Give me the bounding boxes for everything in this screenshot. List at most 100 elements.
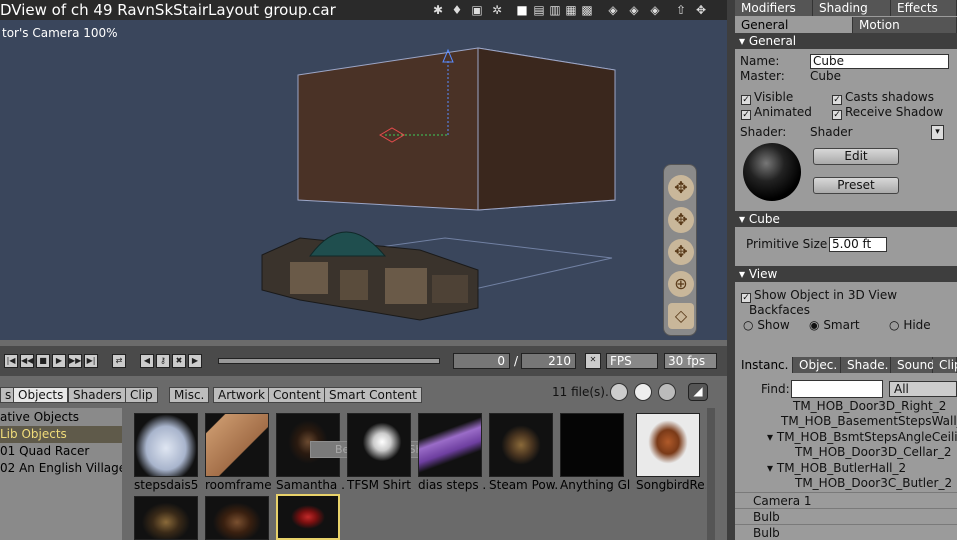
- tab-shaders[interactable]: Shaders: [68, 387, 127, 403]
- visible-checkbox[interactable]: ✓ Visible: [741, 90, 793, 105]
- show-in-3d-checkbox[interactable]: ✓ Show Object in 3D View: [741, 288, 897, 303]
- fast-forward-icon[interactable]: ▶▶: [68, 354, 82, 368]
- stop-icon[interactable]: ■: [36, 354, 50, 368]
- thumbnail-dias-steps[interactable]: [418, 413, 482, 477]
- light-icon[interactable]: ♦: [450, 3, 464, 17]
- tab-content[interactable]: Content: [268, 387, 326, 403]
- four-view-icon[interactable]: ▦: [564, 3, 578, 17]
- cube-section-header[interactable]: ▾ Cube: [735, 211, 957, 227]
- shield-b-icon[interactable]: ◈: [627, 3, 641, 17]
- tab-clips[interactable]: Clip: [933, 357, 957, 373]
- wireframe-icon[interactable]: ✲: [490, 3, 504, 17]
- backfaces-smart-radio[interactable]: ◉ Smart: [809, 318, 860, 332]
- shield-c-icon[interactable]: ◈: [648, 3, 662, 17]
- thumbnail-tfsm-shirt[interactable]: [347, 413, 411, 477]
- tab-artwork[interactable]: Artwork: [213, 387, 270, 403]
- thumbnail-roomframe[interactable]: [205, 413, 269, 477]
- expand-arrow-icon[interactable]: ▾: [767, 430, 773, 444]
- name-field[interactable]: Cube: [810, 54, 949, 69]
- pan-icon[interactable]: ✥: [668, 207, 694, 233]
- tab-sounds[interactable]: Sound.: [891, 357, 939, 373]
- 3d-viewport[interactable]: DView of ch 49 RavnSkStairLayout group.c…: [0, 0, 727, 340]
- fps-value-select[interactable]: 30 fps: [664, 353, 717, 369]
- go-end-icon[interactable]: ▶|: [84, 354, 98, 368]
- rewind-icon[interactable]: ◀◀: [20, 354, 34, 368]
- thumbnail-row2-selected[interactable]: [276, 494, 340, 540]
- backfaces-hide-radio[interactable]: ○ Hide: [889, 318, 931, 332]
- category-item[interactable]: 01 Quad Racer: [0, 443, 122, 460]
- category-item-selected[interactable]: Lib Objects: [0, 426, 122, 443]
- tree-row[interactable]: TM_HOB_Door3C_Butler_2: [735, 475, 957, 491]
- grid-view-icon[interactable]: ▩: [580, 3, 594, 17]
- delete-key-icon[interactable]: ✖: [172, 354, 186, 368]
- tab-shaders-instances[interactable]: Shade.: [841, 357, 891, 373]
- thumbnail-row2-a[interactable]: [134, 496, 198, 540]
- preset-button[interactable]: Preset: [813, 177, 899, 194]
- move-icon[interactable]: ✥: [694, 3, 708, 17]
- tree-row[interactable]: TM_HOB_Door3D_Right_2: [735, 398, 957, 414]
- tab-objects[interactable]: Objects: [13, 387, 69, 403]
- time-scrubber[interactable]: [218, 358, 440, 364]
- primitive-size-field[interactable]: 5.00 ft: [829, 237, 887, 252]
- tab-smart-content[interactable]: Smart Content: [324, 387, 422, 403]
- new-folder-icon[interactable]: ◢: [688, 383, 708, 401]
- key-icon[interactable]: ⚷: [156, 354, 170, 368]
- tree-row[interactable]: TM_HOB_BasementStepsWall_: [735, 413, 957, 429]
- camera-icon[interactable]: ▣: [470, 3, 484, 17]
- thumbnail-stepsdais5[interactable]: [134, 413, 198, 477]
- backfaces-show-radio[interactable]: ○ Show: [743, 318, 790, 332]
- tree-row-expanded[interactable]: ▾ TM_HOB_BsmtStepsAngleCeilin: [735, 429, 957, 445]
- up-arrow-icon[interactable]: ⇧: [674, 3, 688, 17]
- edit-button[interactable]: Edit: [813, 148, 899, 165]
- tab-shading[interactable]: Shading: [813, 0, 891, 16]
- shield-a-icon[interactable]: ◈: [606, 3, 620, 17]
- play-icon[interactable]: ▶: [52, 354, 66, 368]
- expand-arrow-icon[interactable]: ▾: [767, 461, 773, 475]
- receive-shadow-checkbox[interactable]: ✓ Receive Shadow: [832, 105, 943, 120]
- prev-key-icon[interactable]: ◀: [140, 354, 154, 368]
- sync-icon[interactable]: ✕: [585, 353, 601, 369]
- fps-mode-select[interactable]: FPS: [606, 353, 658, 369]
- view-mode-c-icon[interactable]: [658, 383, 676, 401]
- shader-preview-sphere[interactable]: [743, 143, 801, 201]
- tree-row-expanded[interactable]: ▾ TM_HOB_ButlerHall_2: [735, 460, 957, 476]
- zoom-icon[interactable]: ⊕: [668, 271, 694, 297]
- tree-row[interactable]: TM_HOB_Door3D_Cellar_2: [735, 444, 957, 460]
- three-view-icon[interactable]: ▥: [548, 3, 562, 17]
- filter-select[interactable]: All: [889, 381, 957, 397]
- thumbnail-songbird[interactable]: [636, 413, 700, 477]
- single-view-icon[interactable]: ■: [515, 3, 529, 17]
- scene-render[interactable]: [0, 0, 727, 340]
- category-item[interactable]: 02 An English Village: [0, 460, 122, 477]
- tree-row[interactable]: Camera 1: [735, 492, 957, 508]
- view-section-header[interactable]: ▾ View: [735, 266, 957, 282]
- dolly-icon[interactable]: ✥: [668, 239, 694, 265]
- tab-general[interactable]: General: [735, 17, 853, 33]
- tab-effects[interactable]: Effects: [891, 0, 957, 16]
- two-view-icon[interactable]: ▤: [532, 3, 546, 17]
- tree-row[interactable]: Bulb: [735, 524, 957, 540]
- thumbnail-anything-glows[interactable]: [560, 413, 624, 477]
- tab-clip[interactable]: Clip: [125, 387, 158, 403]
- general-section-header[interactable]: ▾ General: [735, 33, 957, 49]
- go-start-icon[interactable]: |◀: [4, 354, 18, 368]
- thumbnail-row2-b[interactable]: [205, 496, 269, 540]
- shader-dropdown-icon[interactable]: ▾: [931, 125, 944, 140]
- tab-instances[interactable]: Instanc.: [735, 357, 793, 373]
- tab-objects-instances[interactable]: Objec.: [793, 357, 841, 373]
- render-icon[interactable]: ✱: [431, 3, 445, 17]
- tree-row[interactable]: Bulb: [735, 508, 957, 524]
- vertical-splitter[interactable]: [727, 0, 735, 540]
- next-key-icon[interactable]: ▶: [188, 354, 202, 368]
- orbit-icon[interactable]: ✥: [668, 175, 694, 201]
- view-cube-icon[interactable]: ◇: [668, 303, 694, 329]
- tab-modifiers[interactable]: Modifiers: [735, 0, 813, 16]
- tab-motion[interactable]: Motion: [853, 17, 957, 33]
- grid-scrollbar[interactable]: [707, 408, 715, 540]
- thumbnail-steam-power[interactable]: [489, 413, 553, 477]
- loop-icon[interactable]: ⇄: [112, 354, 126, 368]
- view-mode-a-icon[interactable]: [610, 383, 628, 401]
- category-item[interactable]: ative Objects: [0, 409, 122, 426]
- animated-checkbox[interactable]: ✓ Animated: [741, 105, 812, 120]
- tab-misc[interactable]: Misc.: [169, 387, 210, 403]
